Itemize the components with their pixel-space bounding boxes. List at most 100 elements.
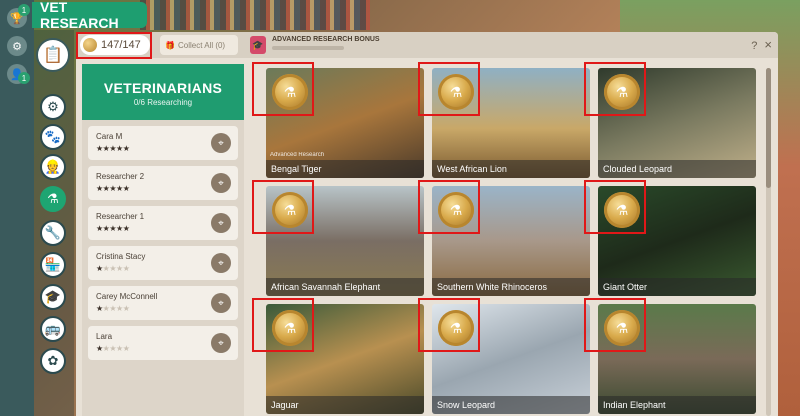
star-icon: ★ [122,304,130,313]
star-icon: ★ [116,304,123,313]
flower-button[interactable]: ✿ [40,348,66,374]
locate-pin-icon[interactable]: ⌖ [211,133,231,153]
vet-name: Carey McConnell [96,292,158,301]
vet-name: Researcher 2 [96,172,145,181]
animal-name: Clouded Leopard [598,160,756,178]
staff-button[interactable]: 👷 [40,154,66,180]
vet-rating: ★★★★★ [96,144,130,153]
star-icon: ★ [96,304,103,313]
collect-all-label: Collect All (0) [177,40,226,50]
animal-name: African Savannah Elephant [266,278,424,296]
star-icon: ★ [96,224,103,233]
medal-highlight [252,180,314,234]
star-icon: ★ [116,264,123,273]
animal-name: Bengal Tiger [266,160,424,178]
star-icon: ★ [122,184,130,193]
education-button[interactable]: 🎓 [40,284,66,310]
vet-rating: ★★★★★ [96,264,130,273]
gift-icon: 🎁 [165,40,175,50]
vet-research-button[interactable]: ⚗ [40,186,66,212]
star-icon: ★ [116,144,123,153]
vet-card[interactable]: Researcher 2 ★★★★★ ⌖ [88,166,238,200]
clipboard-button[interactable]: 📋 [36,38,70,72]
star-icon: ★ [109,344,117,353]
star-icon: ★ [116,184,123,193]
animal-name: West African Lion [432,160,590,178]
mechanic-button[interactable]: 🔧 [40,220,66,246]
veterinarians-subtitle: 0/6 Researching [133,98,193,107]
close-button[interactable]: × [764,37,772,52]
locate-pin-icon[interactable]: ⌖ [211,173,231,193]
crowd-background [140,0,370,30]
animal-name: Giant Otter [598,278,756,296]
medal-highlight [252,298,314,352]
locate-pin-icon[interactable]: ⌖ [211,213,231,233]
star-icon: ★ [122,344,130,353]
star-icon: ★ [122,264,130,273]
scrollbar-thumb[interactable] [766,68,771,188]
scrollbar[interactable] [766,68,771,416]
veterinarians-title: VETERINARIANS [103,80,223,96]
medal-highlight [252,62,314,116]
veterinarians-panel: VETERINARIANS 0/6 Researching Cara M ★★★★… [82,64,244,416]
vet-card[interactable]: Cristina Stacy ★★★★★ ⌖ [88,246,238,280]
collect-all-button[interactable]: 🎁 Collect All (0) [160,35,238,55]
research-overview-button[interactable]: ⚙ [40,94,66,120]
bonus-progress-bar [272,46,344,50]
research-sub-label: Advanced Research [270,152,325,158]
veterinarians-header: VETERINARIANS 0/6 Researching [82,64,244,120]
vet-card[interactable]: Lara ★★★★★ ⌖ [88,326,238,360]
vet-rating: ★★★★★ [96,304,130,313]
star-icon: ★ [109,304,117,313]
vet-card[interactable]: Cara M ★★★★★ ⌖ [88,126,238,160]
vet-rating: ★★★★★ [96,184,130,193]
locate-pin-icon[interactable]: ⌖ [211,293,231,313]
vet-name: Researcher 1 [96,212,145,221]
star-icon: ★ [96,344,103,353]
star-icon: ★ [109,144,117,153]
star-icon: ★ [116,344,123,353]
vet-name: Cara M [96,132,123,141]
star-icon: ★ [96,184,103,193]
medal-highlight [584,180,646,234]
medal-highlight [584,62,646,116]
star-icon: ★ [116,224,123,233]
rail-badge-top: 1 [18,4,30,16]
star-icon: ★ [109,184,117,193]
star-icon: ★ [109,224,117,233]
vet-name: Cristina Stacy [96,252,146,261]
panel-topbar: 147/147 🎁 Collect All (0) 🎓 ADVANCED RES… [76,32,778,58]
page-title: VET RESEARCH [32,0,147,31]
locate-pin-icon[interactable]: ⌖ [211,333,231,353]
star-icon: ★ [122,224,130,233]
star-icon: ★ [109,264,117,273]
star-icon: ★ [96,264,103,273]
help-button[interactable]: ? [751,40,757,52]
locate-pin-icon[interactable]: ⌖ [211,253,231,273]
vet-rating: ★★★★★ [96,344,130,353]
medal-highlight [418,180,480,234]
vet-card[interactable]: Carey McConnell ★★★★★ ⌖ [88,286,238,320]
vet-rating: ★★★★★ [96,224,130,233]
vet-name: Lara [96,332,113,341]
left-rail: 🏆 1 ⚙ 👤 1 [0,0,34,416]
medal-highlight [418,298,480,352]
bonus-label: ADVANCED RESEARCH BONUS [272,36,380,43]
graduation-cap-icon: 🎓 [250,36,266,54]
animal-name: Indian Elephant [598,396,756,414]
shop-button[interactable]: 🏪 [40,252,66,278]
transport-button[interactable]: 🚌 [40,316,66,342]
settings-icon[interactable]: ⚙ [7,36,27,56]
research-grid: ⚗ Advanced Research Bengal Tiger ⚗ West Afri… [266,68,766,416]
animal-name: Snow Leopard [432,396,590,414]
star-icon: ★ [122,144,130,153]
window-controls: ? × [751,37,772,52]
animal-paw-button[interactable]: 🐾 [40,124,66,150]
animal-name: Southern White Rhinoceros [432,278,590,296]
animal-name: Jaguar [266,396,424,414]
currency-highlight [76,32,152,59]
rail-badge-bottom: 1 [18,72,30,84]
medal-highlight [584,298,646,352]
medal-highlight [418,62,480,116]
vet-card[interactable]: Researcher 1 ★★★★★ ⌖ [88,206,238,240]
